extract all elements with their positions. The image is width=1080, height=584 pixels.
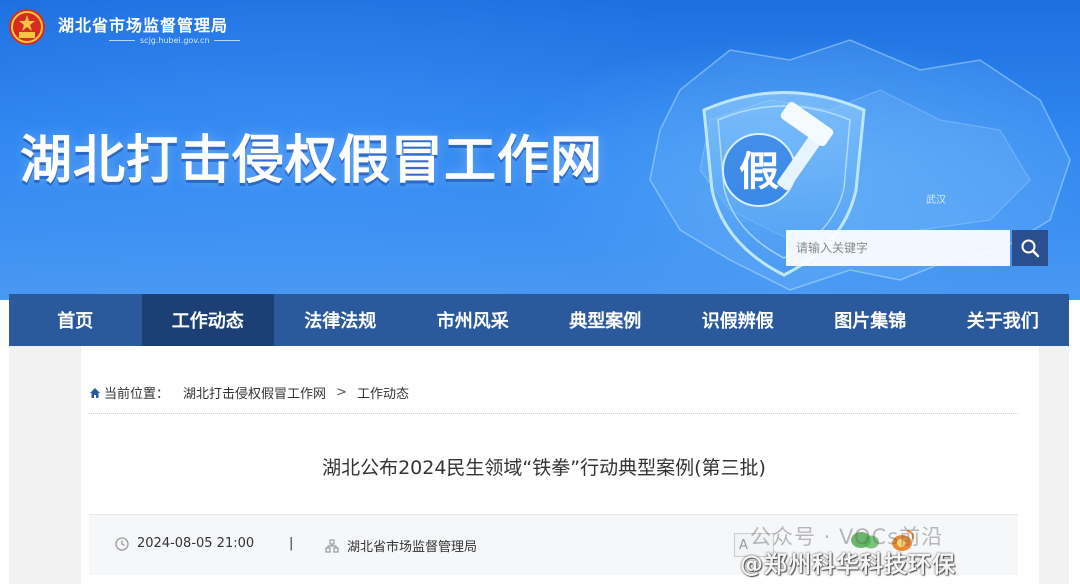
article-source-text: 湖北省市场监督管理局	[347, 540, 478, 555]
site-title: 湖北打击侵权假冒工作网	[20, 131, 604, 191]
map-city-label: 武汉	[926, 195, 946, 206]
org-domain: scjg.hubei.gov.cn	[104, 36, 245, 45]
national-emblem-icon	[9, 9, 45, 45]
main-nav: 首页 工作动态 法律法规 市州风采 典型案例 识假辨假 图片集锦 关于我们	[9, 294, 1069, 346]
clock-icon	[115, 536, 129, 551]
nav-item-work-news[interactable]: 工作动态	[141, 294, 274, 346]
breadcrumb: 当前位置： 湖北打击侵权假冒工作网 > 工作动态	[89, 383, 409, 402]
org-name: 湖北省市场监督管理局	[58, 16, 229, 35]
nav-item-home[interactable]: 首页	[9, 294, 142, 346]
article-title: 湖北公布2024民生领域“铁拳”行动典型案例(第三批)	[322, 457, 766, 479]
nav-item-gallery[interactable]: 图片集锦	[804, 294, 937, 346]
shield-char: 假	[739, 149, 779, 195]
nav-item-identify-fakes[interactable]: 识假辨假	[672, 294, 805, 346]
search-input[interactable]	[786, 230, 1010, 266]
breadcrumb-link-site[interactable]: 湖北打击侵权假冒工作网	[183, 383, 326, 402]
site-header: 湖北省市场监督管理局 scjg.hubei.gov.cn 湖北打击侵权假冒工作网…	[0, 0, 1080, 300]
meta-separator: |	[289, 536, 294, 551]
home-icon	[90, 387, 100, 398]
breadcrumb-link-section[interactable]: 工作动态	[357, 383, 409, 402]
nav-item-about[interactable]: 关于我们	[937, 294, 1070, 346]
article-date: 2024-08-05 21:00	[115, 536, 254, 551]
article-source: 湖北省市场监督管理局	[325, 536, 477, 555]
breadcrumb-divider	[89, 413, 1018, 414]
search-icon	[1021, 239, 1040, 258]
nav-item-cases[interactable]: 典型案例	[539, 294, 672, 346]
nav-item-laws[interactable]: 法律法规	[274, 294, 407, 346]
watermark-weibo: @郑州科华科技环保	[740, 552, 956, 578]
search-button[interactable]	[1012, 230, 1048, 266]
nav-item-cities[interactable]: 市州风采	[407, 294, 540, 346]
article-date-text: 2024-08-05 21:00	[137, 536, 255, 551]
breadcrumb-prefix: 当前位置：	[104, 387, 170, 402]
organization-icon	[325, 538, 339, 553]
breadcrumb-separator: >	[336, 385, 347, 400]
